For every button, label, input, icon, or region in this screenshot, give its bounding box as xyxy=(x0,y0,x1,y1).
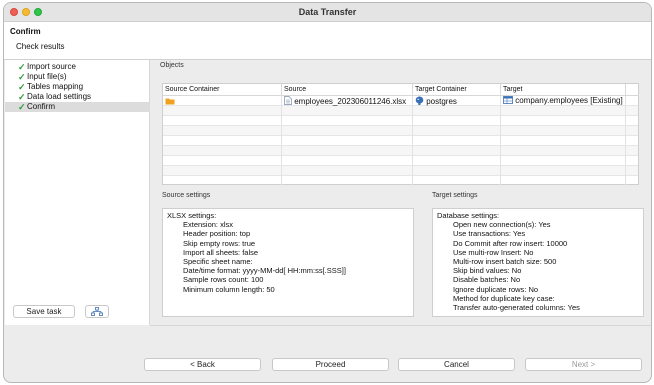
objects-table: Source Container Source Target Container… xyxy=(162,83,639,185)
check-icon: ✓ xyxy=(18,92,26,102)
task-config-button[interactable] xyxy=(85,305,109,318)
wizard-header: Confirm Check results xyxy=(4,22,651,60)
target-setting-line: Ignore duplicate rows: No xyxy=(453,284,539,294)
cell-source-container xyxy=(163,96,282,106)
folder-icon xyxy=(165,98,175,105)
source-setting-line: Skip empty rows: true xyxy=(183,238,256,248)
source-setting-line: Minimum column length: 50 xyxy=(183,284,275,294)
target-settings-label: Target settings xyxy=(432,192,478,199)
steps-panel: ✓ Import source ✓ Input file(s) ✓ Tables… xyxy=(5,60,150,325)
proceed-button[interactable]: Proceed xyxy=(272,358,389,371)
step-data-load-settings[interactable]: ✓ Data load settings xyxy=(5,92,150,102)
column-header-target-container[interactable]: Target Container xyxy=(413,84,501,96)
postgres-icon xyxy=(415,96,424,105)
empty-row xyxy=(163,176,638,186)
save-task-button[interactable]: Save task xyxy=(13,305,75,318)
target-settings-heading: Database settings: xyxy=(437,211,500,220)
title-bar: Data Transfer xyxy=(4,3,651,22)
hierarchy-icon xyxy=(91,307,103,316)
target-setting-line: Transfer auto-generated columns: Yes xyxy=(453,302,580,312)
source-setting-line: Sample rows count: 100 xyxy=(183,275,264,285)
step-confirm[interactable]: ✓ Confirm xyxy=(5,102,150,112)
check-icon: ✓ xyxy=(18,102,26,112)
source-settings-label: Source settings xyxy=(162,192,211,199)
empty-row xyxy=(163,146,638,156)
source-setting-line: Import all sheets: false xyxy=(183,247,259,257)
data-transfer-window: Data Transfer Confirm Check results ✓ Im… xyxy=(3,2,652,383)
column-header-filler xyxy=(626,84,639,96)
page-title: Confirm xyxy=(10,27,41,36)
empty-row xyxy=(163,166,638,176)
table-row[interactable]: employees_202306011246.xlsx postgres com… xyxy=(163,96,638,106)
step-input-files[interactable]: ✓ Input file(s) xyxy=(5,72,150,82)
file-icon xyxy=(284,96,292,105)
step-label: Import source xyxy=(27,62,76,71)
table-icon xyxy=(503,96,513,104)
column-divider xyxy=(500,96,501,185)
cell-target: company.employees [Existing] xyxy=(501,96,626,106)
empty-row xyxy=(163,106,638,116)
empty-row xyxy=(163,116,638,126)
next-button[interactable]: Next > xyxy=(525,358,642,371)
target-setting-line: Open new connection(s): Yes xyxy=(453,220,551,230)
source-setting-line: Specific sheet name: xyxy=(183,256,253,266)
source-setting-line: Header position: top xyxy=(183,229,251,239)
step-label: Confirm xyxy=(27,102,56,111)
target-table-name: company.employees [Existing] xyxy=(515,96,623,105)
source-setting-line: Extension: xlsx xyxy=(183,220,234,230)
objects-label: Objects xyxy=(160,62,184,69)
source-settings-panel: XLSX settings: Extension: xlsx Header po… xyxy=(162,208,414,317)
check-icon: ✓ xyxy=(18,82,26,92)
column-header-source-container[interactable]: Source Container xyxy=(163,84,282,96)
cancel-button[interactable]: Cancel xyxy=(398,358,515,371)
target-setting-line: Use multi-row Insert: No xyxy=(453,247,534,257)
column-header-source[interactable]: Source xyxy=(282,84,413,96)
source-file-name: employees_202306011246.xlsx xyxy=(294,97,407,106)
step-label: Input file(s) xyxy=(27,72,67,81)
target-setting-line: Multi-row insert batch size: 500 xyxy=(453,256,557,266)
target-setting-line: Do Commit after row insert: 10000 xyxy=(453,238,568,248)
empty-row xyxy=(163,126,638,136)
column-divider xyxy=(412,96,413,185)
target-setting-line: Method for duplicate key case: xyxy=(453,293,555,303)
cell-target-container: postgres xyxy=(413,96,501,106)
window-title: Data Transfer xyxy=(298,7,357,17)
source-setting-line: Date/time format: yyyy-MM-dd[ HH:mm:ss[.… xyxy=(183,266,346,276)
target-setting-line: Skip bind values: No xyxy=(453,266,522,276)
target-settings-panel: Database settings: Open new connection(s… xyxy=(432,208,644,317)
column-divider xyxy=(625,96,626,185)
footer-divider xyxy=(150,325,651,326)
column-divider xyxy=(281,96,282,185)
target-setting-line: Use transactions: Yes xyxy=(453,229,526,239)
step-label: Data load settings xyxy=(27,92,92,101)
empty-row xyxy=(163,156,638,166)
cell-source: employees_202306011246.xlsx xyxy=(282,96,413,106)
target-setting-line: Disable batches: No xyxy=(453,275,521,285)
check-icon: ✓ xyxy=(18,62,26,72)
step-import-source[interactable]: ✓ Import source xyxy=(5,62,150,72)
step-label: Tables mapping xyxy=(27,82,84,91)
page-subtitle: Check results xyxy=(16,42,65,51)
step-tables-mapping[interactable]: ✓ Tables mapping xyxy=(5,82,150,92)
target-container-name: postgres xyxy=(426,97,457,106)
source-settings-heading: XLSX settings: xyxy=(167,211,217,220)
check-icon: ✓ xyxy=(18,72,26,82)
empty-row xyxy=(163,136,638,146)
back-button[interactable]: < Back xyxy=(144,358,261,371)
column-header-target[interactable]: Target xyxy=(501,84,626,96)
